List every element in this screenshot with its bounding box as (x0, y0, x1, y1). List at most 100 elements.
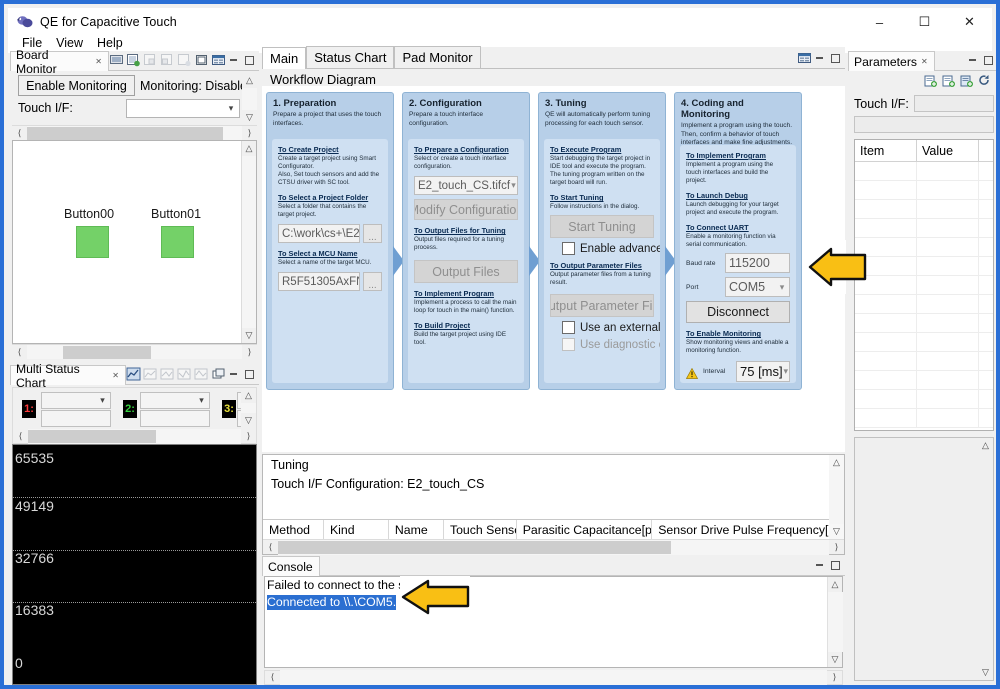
workflow-panel-configuration[interactable]: 2. Configuration Prepare a touch interfa… (402, 92, 530, 390)
scroll-up-icon[interactable]: △ (832, 577, 839, 592)
scroll-right-icon[interactable]: ⟩ (242, 347, 257, 358)
scroll-down-icon[interactable]: ▽ (832, 652, 839, 667)
table-view-icon[interactable] (211, 53, 226, 67)
window-layout-icon[interactable] (194, 53, 209, 67)
scroll-down-icon[interactable]: ▽ (246, 328, 253, 343)
table-row[interactable] (855, 200, 993, 219)
parameters-table[interactable]: Item Value (854, 139, 994, 431)
import-parameters-icon[interactable] (923, 74, 938, 88)
selector-vscrollbar[interactable]: △ ▽ (241, 388, 256, 428)
project-folder-browse-button[interactable]: ... (363, 224, 382, 244)
scroll-up-icon[interactable]: △ (982, 438, 989, 453)
table-row[interactable] (855, 162, 993, 181)
tab-board-monitor[interactable]: Board Monitor ✕ (10, 48, 109, 76)
parameters-secondary-input[interactable] (854, 116, 994, 133)
scroll-down-icon[interactable]: ▽ (833, 524, 840, 539)
checkbox-box[interactable] (562, 321, 575, 335)
tab-pad-monitor[interactable]: Pad Monitor (394, 46, 481, 68)
disconnect-button[interactable]: Disconnect (686, 301, 790, 324)
menu-help[interactable]: Help (91, 34, 129, 52)
enable-advanced-checkbox[interactable]: Enable advanced (562, 242, 660, 256)
pt-th-value[interactable]: Value (917, 140, 979, 161)
maximize-view-icon[interactable] (243, 54, 256, 67)
scroll-up-icon[interactable]: △ (246, 73, 253, 88)
scroll-left-icon[interactable]: ⟨ (265, 672, 280, 683)
export-parameters-icon[interactable] (941, 74, 956, 88)
touch-if-combo[interactable]: ▾ (126, 99, 240, 118)
start-tuning-button[interactable]: Start Tuning (550, 215, 654, 239)
canvas-hscrollbar[interactable]: ⟨ ⟩ (12, 344, 257, 359)
console-hscrollbar[interactable]: ⟨ ⟩ (264, 670, 843, 685)
parameters-detail-vscrollbar[interactable]: △ ▽ (978, 438, 993, 680)
scroll-up-icon[interactable]: △ (245, 388, 252, 403)
tuning-vscrollbar[interactable]: △ ▽ (829, 455, 844, 539)
scroll-up-icon[interactable]: △ (833, 455, 840, 470)
add-chart-icon[interactable] (126, 53, 141, 67)
workflow-panel-coding-monitoring[interactable]: 4. Coding and Monitoring Implement a pro… (674, 92, 802, 390)
series-1-field[interactable] (41, 410, 111, 427)
close-icon[interactable]: ✕ (921, 57, 928, 66)
pt-th-item[interactable]: Item (855, 140, 917, 161)
table-row[interactable] (855, 390, 993, 409)
tab-parameters[interactable]: Parameters ✕ (848, 51, 935, 71)
table-row[interactable] (855, 257, 993, 276)
workflow-panel-tuning[interactable]: 3. Tuning QE will automatically perform … (538, 92, 666, 390)
scroll-down-icon[interactable]: ▽ (982, 665, 989, 680)
th-name[interactable]: Name (389, 519, 444, 539)
use-external-tool-checkbox[interactable]: Use an external t (562, 321, 660, 335)
interval-combo[interactable]: 75 [ms] ▾ (736, 361, 790, 383)
maximize-view-icon[interactable] (982, 54, 995, 67)
editor-table-icon[interactable] (797, 51, 812, 65)
console-line-2[interactable]: Connected to \\.\COM5. (267, 595, 397, 610)
parameters-detail-area[interactable]: △ ▽ (854, 437, 994, 681)
project-folder-input[interactable]: C:\work\cs+\E2_ (278, 224, 360, 244)
scroll-right-icon[interactable]: ⟩ (242, 128, 257, 139)
monitor-icon[interactable] (109, 53, 124, 67)
parameters-touch-if-input[interactable] (913, 95, 994, 112)
th-sensor-drive-pulse-frequency[interactable]: Sensor Drive Pulse Frequency[MHz] (652, 520, 829, 540)
scroll-left-icon[interactable]: ⟨ (12, 128, 27, 139)
scroll-up-icon[interactable]: △ (246, 141, 253, 156)
console-body[interactable]: Failed to connect to the seri Connected … (264, 576, 843, 668)
refresh-parameters-icon[interactable] (977, 74, 992, 88)
pad-button01[interactable] (161, 226, 194, 258)
series-2-field[interactable] (140, 410, 210, 427)
output-parameter-files-button[interactable]: utput Parameter Fil (550, 294, 654, 318)
canvas-vscrollbar[interactable]: △ ▽ (241, 141, 256, 343)
table-row[interactable] (855, 181, 993, 200)
scroll-right-icon[interactable]: ⟩ (829, 542, 844, 553)
mcu-name-input[interactable]: R5F51305AxFN (278, 272, 360, 292)
th-parasitic-capacitance[interactable]: Parasitic Capacitance[pF] (517, 519, 653, 539)
scroll-down-icon[interactable]: ▽ (245, 413, 252, 428)
detach-view-icon[interactable] (211, 367, 226, 381)
controls-vscrollbar[interactable]: △ ▽ (242, 73, 257, 125)
th-kind[interactable]: Kind (324, 519, 389, 539)
chart-active-icon[interactable] (126, 367, 141, 381)
baud-rate-input[interactable]: 115200 (725, 253, 790, 274)
scroll-left-icon[interactable]: ⟨ (13, 431, 28, 442)
workflow-panel-preparation[interactable]: 1. Preparation Prepare a project that us… (266, 92, 394, 390)
board-monitor-hscrollbar[interactable]: ⟨ ⟩ (12, 125, 257, 141)
console-vscrollbar[interactable]: △ ▽ (827, 577, 843, 667)
tab-main[interactable]: Main (262, 47, 307, 69)
tab-status-chart[interactable]: Status Chart (306, 46, 395, 68)
multi-status-chart-canvas[interactable]: 65535 49149 32766 16383 0 (12, 444, 257, 685)
tab-multi-status-chart[interactable]: Multi Status Chart ✕ (10, 362, 126, 390)
scroll-right-icon[interactable]: ⟩ (241, 431, 256, 442)
maximize-view-icon[interactable] (829, 559, 842, 572)
pad-button00[interactable] (76, 226, 109, 258)
checkbox-box[interactable] (562, 242, 575, 256)
mcu-name-browse-button[interactable]: ... (363, 272, 382, 292)
minimize-view-icon[interactable] (228, 54, 241, 67)
minimize-editor-icon[interactable] (814, 52, 827, 65)
modify-configuration-button[interactable]: Modify Configuration (414, 199, 518, 221)
tab-console[interactable]: Console (262, 556, 320, 576)
config-combo[interactable]: E2_touch_CS.tifcf ▾ (414, 176, 518, 196)
minimize-view-icon[interactable] (228, 368, 241, 381)
scroll-left-icon[interactable]: ⟨ (12, 347, 27, 358)
scroll-right-icon[interactable]: ⟩ (827, 672, 842, 683)
table-row[interactable] (855, 314, 993, 333)
scroll-left-icon[interactable]: ⟨ (263, 542, 278, 553)
table-row[interactable] (855, 295, 993, 314)
series-2-combo[interactable]: ▾ (140, 392, 210, 409)
